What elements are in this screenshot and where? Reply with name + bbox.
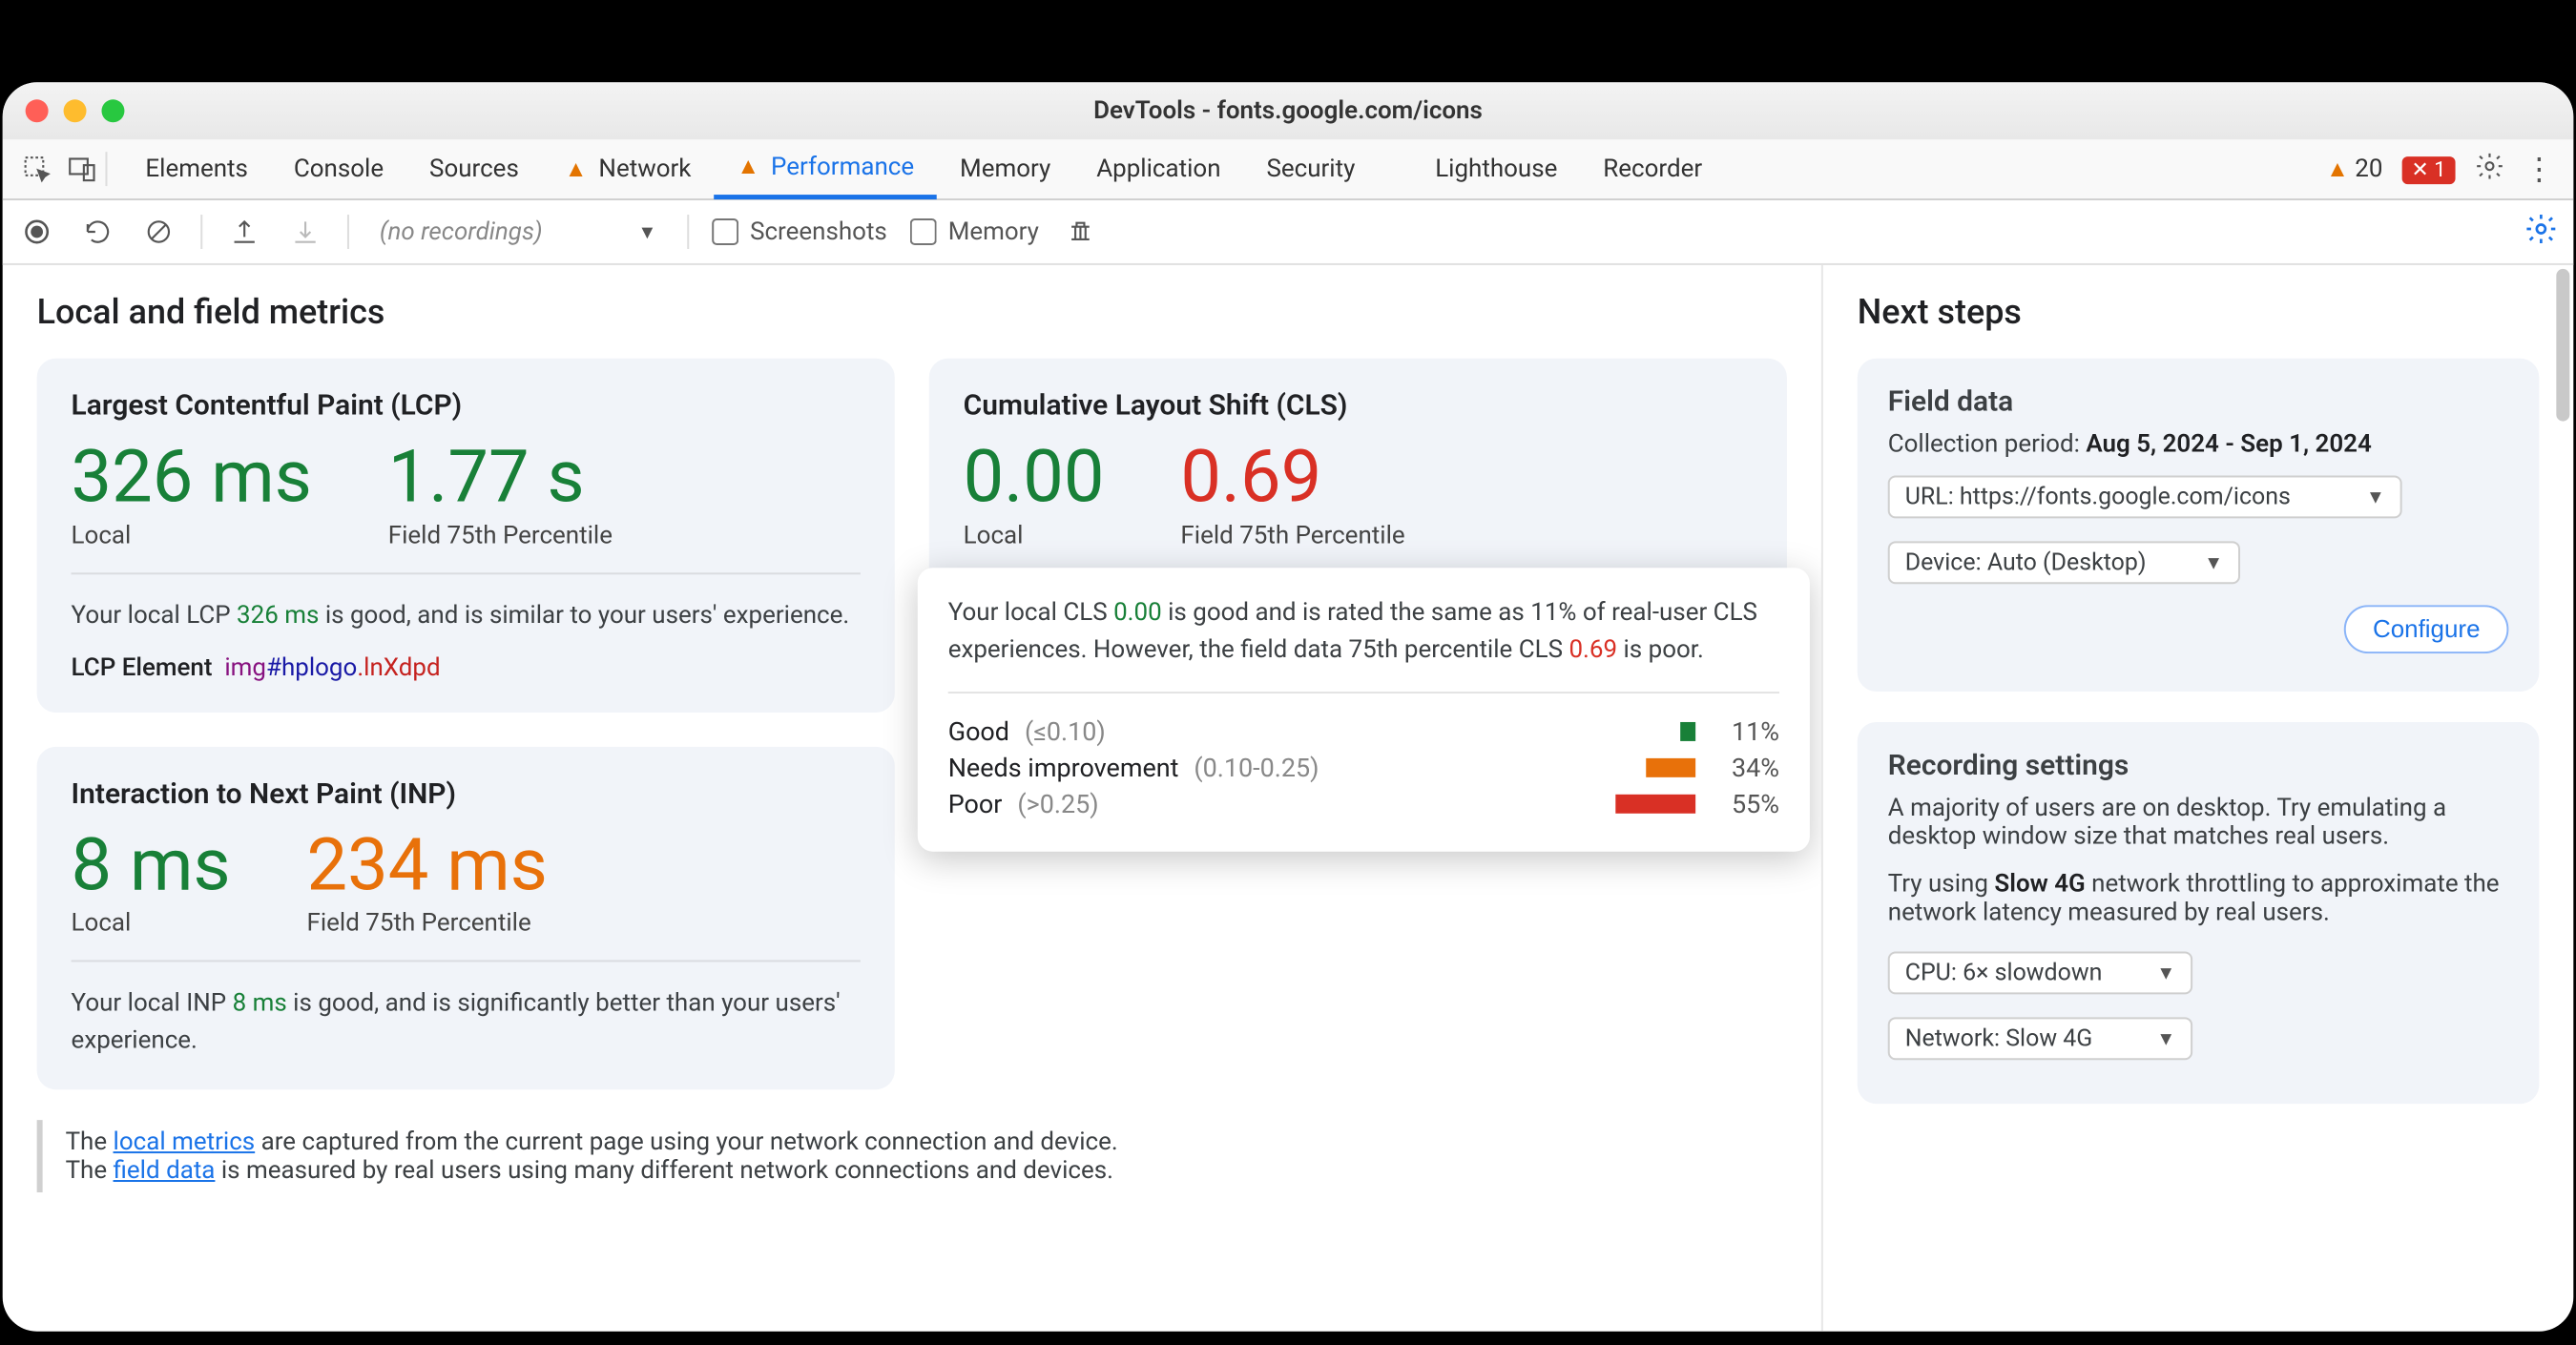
- separator: [105, 152, 107, 186]
- devtools-window: DevTools - fonts.google.com/icons Elemen…: [3, 82, 2574, 1331]
- scrollbar-thumb[interactable]: [2556, 269, 2569, 422]
- tab-memory[interactable]: Memory: [937, 138, 1073, 199]
- inp-field-label: Field 75th Percentile: [306, 909, 547, 938]
- cls-title: Cumulative Layout Shift (CLS): [964, 389, 1753, 423]
- screenshots-checkbox[interactable]: Screenshots: [712, 217, 887, 246]
- metrics-footnote: The local metrics are captured from the …: [37, 1120, 1787, 1192]
- panel-tabs-bar: ElementsConsoleSources▲Network▲Performan…: [3, 139, 2574, 200]
- cls-field-value: 0.69: [1180, 438, 1404, 517]
- warning-triangle-icon: ▲: [565, 155, 588, 183]
- reload-record-icon[interactable]: [79, 213, 117, 251]
- separator: [200, 215, 202, 249]
- cls-dist-row: Needs improvement (0.10-0.25) 34%: [948, 753, 1779, 783]
- tab-recorder[interactable]: Recorder: [1580, 138, 1725, 199]
- collect-garbage-icon[interactable]: [1062, 213, 1100, 251]
- memory-checkbox[interactable]: Memory: [910, 217, 1039, 246]
- url-select[interactable]: URL: https://fonts.google.com/icons▼: [1888, 475, 2402, 518]
- main-panel: Local and field metrics Largest Contentf…: [3, 265, 1821, 1332]
- record-button-icon[interactable]: [18, 213, 56, 251]
- field-data-link[interactable]: field data: [114, 1156, 216, 1185]
- tab-lighthouse[interactable]: Lighthouse: [1412, 138, 1580, 199]
- capture-settings-gear-icon[interactable]: [2524, 212, 2558, 253]
- lcp-field-label: Field 75th Percentile: [388, 521, 613, 549]
- field-data-title: Field data: [1888, 385, 2509, 419]
- issues-warning-badge[interactable]: ▲ 20: [2326, 155, 2382, 183]
- inp-title: Interaction to Next Paint (INP): [72, 776, 861, 810]
- recordings-dropdown[interactable]: (no recordings)▼: [372, 217, 664, 246]
- device-toolbar-icon[interactable]: [60, 139, 106, 198]
- cls-dist-row: Poor (>0.25) 55%: [948, 789, 1779, 819]
- cpu-throttle-select[interactable]: CPU: 6× slowdown▼: [1888, 951, 2192, 994]
- inp-local-label: Local: [72, 909, 231, 938]
- settings-gear-icon[interactable]: [2475, 151, 2505, 188]
- section-heading: Local and field metrics: [37, 292, 1787, 332]
- sidebar-heading: Next steps: [1858, 292, 2540, 332]
- recording-hint-1: A majority of users are on desktop. Try …: [1888, 794, 2509, 851]
- tab-network[interactable]: ▲Network: [542, 138, 715, 199]
- tab-sources[interactable]: Sources: [406, 138, 542, 199]
- window-title: DevTools - fonts.google.com/icons: [3, 96, 2574, 125]
- cls-dist-row: Good (≤0.10) 11%: [948, 716, 1779, 747]
- cls-local-label: Local: [964, 521, 1105, 549]
- recording-hint-2: Try using Slow 4G network throttling to …: [1888, 870, 2509, 927]
- performance-toolbar: (no recordings)▼ Screenshots Memory: [3, 200, 2574, 265]
- warning-triangle-icon: ▲: [737, 153, 759, 180]
- tab-performance[interactable]: ▲Performance: [714, 138, 937, 199]
- inp-card: Interaction to Next Paint (INP) 8 ms Loc…: [37, 747, 895, 1090]
- lcp-title: Largest Contentful Paint (LCP): [72, 389, 861, 423]
- tab-console[interactable]: Console: [271, 138, 406, 199]
- lcp-local-value: 326 ms: [72, 438, 312, 517]
- lcp-field-value: 1.77 s: [388, 438, 613, 517]
- network-throttle-select[interactable]: Network: Slow 4G▼: [1888, 1017, 2192, 1060]
- configure-button[interactable]: Configure: [2344, 605, 2508, 653]
- tab-application[interactable]: Application: [1073, 138, 1243, 199]
- titlebar: DevTools - fonts.google.com/icons: [3, 82, 2574, 139]
- cls-local-value: 0.00: [964, 438, 1105, 517]
- clear-icon[interactable]: [139, 213, 177, 251]
- issues-error-badge[interactable]: ✕ 1: [2401, 155, 2455, 183]
- inspect-element-icon[interactable]: [14, 139, 60, 198]
- cls-tooltip-text: Your local CLS 0.00 is good and is rated…: [948, 594, 1779, 669]
- collection-period: Collection period: Aug 5, 2024 - Sep 1, …: [1888, 430, 2509, 459]
- recording-settings-title: Recording settings: [1888, 749, 2509, 782]
- lcp-local-label: Local: [72, 521, 312, 549]
- download-profile-icon[interactable]: [286, 213, 324, 251]
- separator: [687, 215, 689, 249]
- recording-settings-panel: Recording settings A majority of users a…: [1858, 722, 2540, 1104]
- device-select[interactable]: Device: Auto (Desktop)▼: [1888, 541, 2240, 584]
- lcp-description: Your local LCP 326 ms is good, and is si…: [72, 597, 861, 634]
- tab-elements[interactable]: Elements: [122, 138, 270, 199]
- more-menu-icon[interactable]: ⋮: [2524, 151, 2554, 187]
- inp-field-value: 234 ms: [306, 825, 547, 904]
- separator: [347, 215, 349, 249]
- lcp-element[interactable]: LCP Element img#hplogo.lnXdpd: [72, 653, 861, 682]
- cls-field-label: Field 75th Percentile: [1180, 521, 1404, 549]
- inp-local-value: 8 ms: [72, 825, 231, 904]
- local-metrics-link[interactable]: local metrics: [114, 1128, 256, 1156]
- panel-tabs: ElementsConsoleSources▲Network▲Performan…: [122, 138, 1725, 199]
- tab-security[interactable]: Security: [1243, 138, 1378, 199]
- inp-description: Your local INP 8 ms is good, and is sign…: [72, 985, 861, 1060]
- field-data-panel: Field data Collection period: Aug 5, 202…: [1858, 359, 2540, 692]
- cls-distribution-tooltip: Your local CLS 0.00 is good and is rated…: [918, 568, 1810, 851]
- upload-profile-icon[interactable]: [225, 213, 263, 251]
- lcp-card: Largest Contentful Paint (LCP) 326 ms Lo…: [37, 359, 895, 713]
- next-steps-sidebar: Next steps Field data Collection period:…: [1821, 265, 2573, 1332]
